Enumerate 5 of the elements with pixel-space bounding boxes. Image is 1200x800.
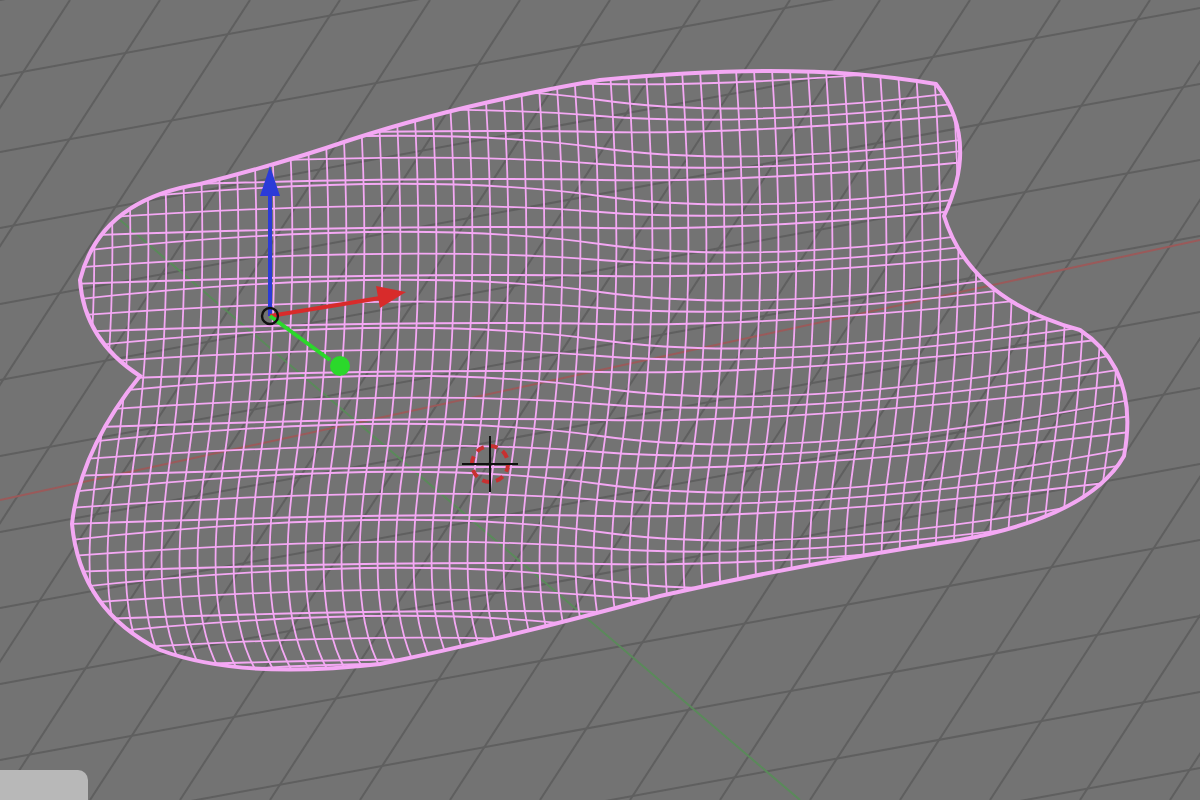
wireframe-mesh-drawing[interactable] <box>70 68 1130 672</box>
crosshair-cursor-icon <box>461 435 519 493</box>
panel-corner <box>0 770 88 800</box>
3d-viewport[interactable] <box>0 0 1200 800</box>
transform-gizmo-drawing[interactable] <box>260 166 406 376</box>
